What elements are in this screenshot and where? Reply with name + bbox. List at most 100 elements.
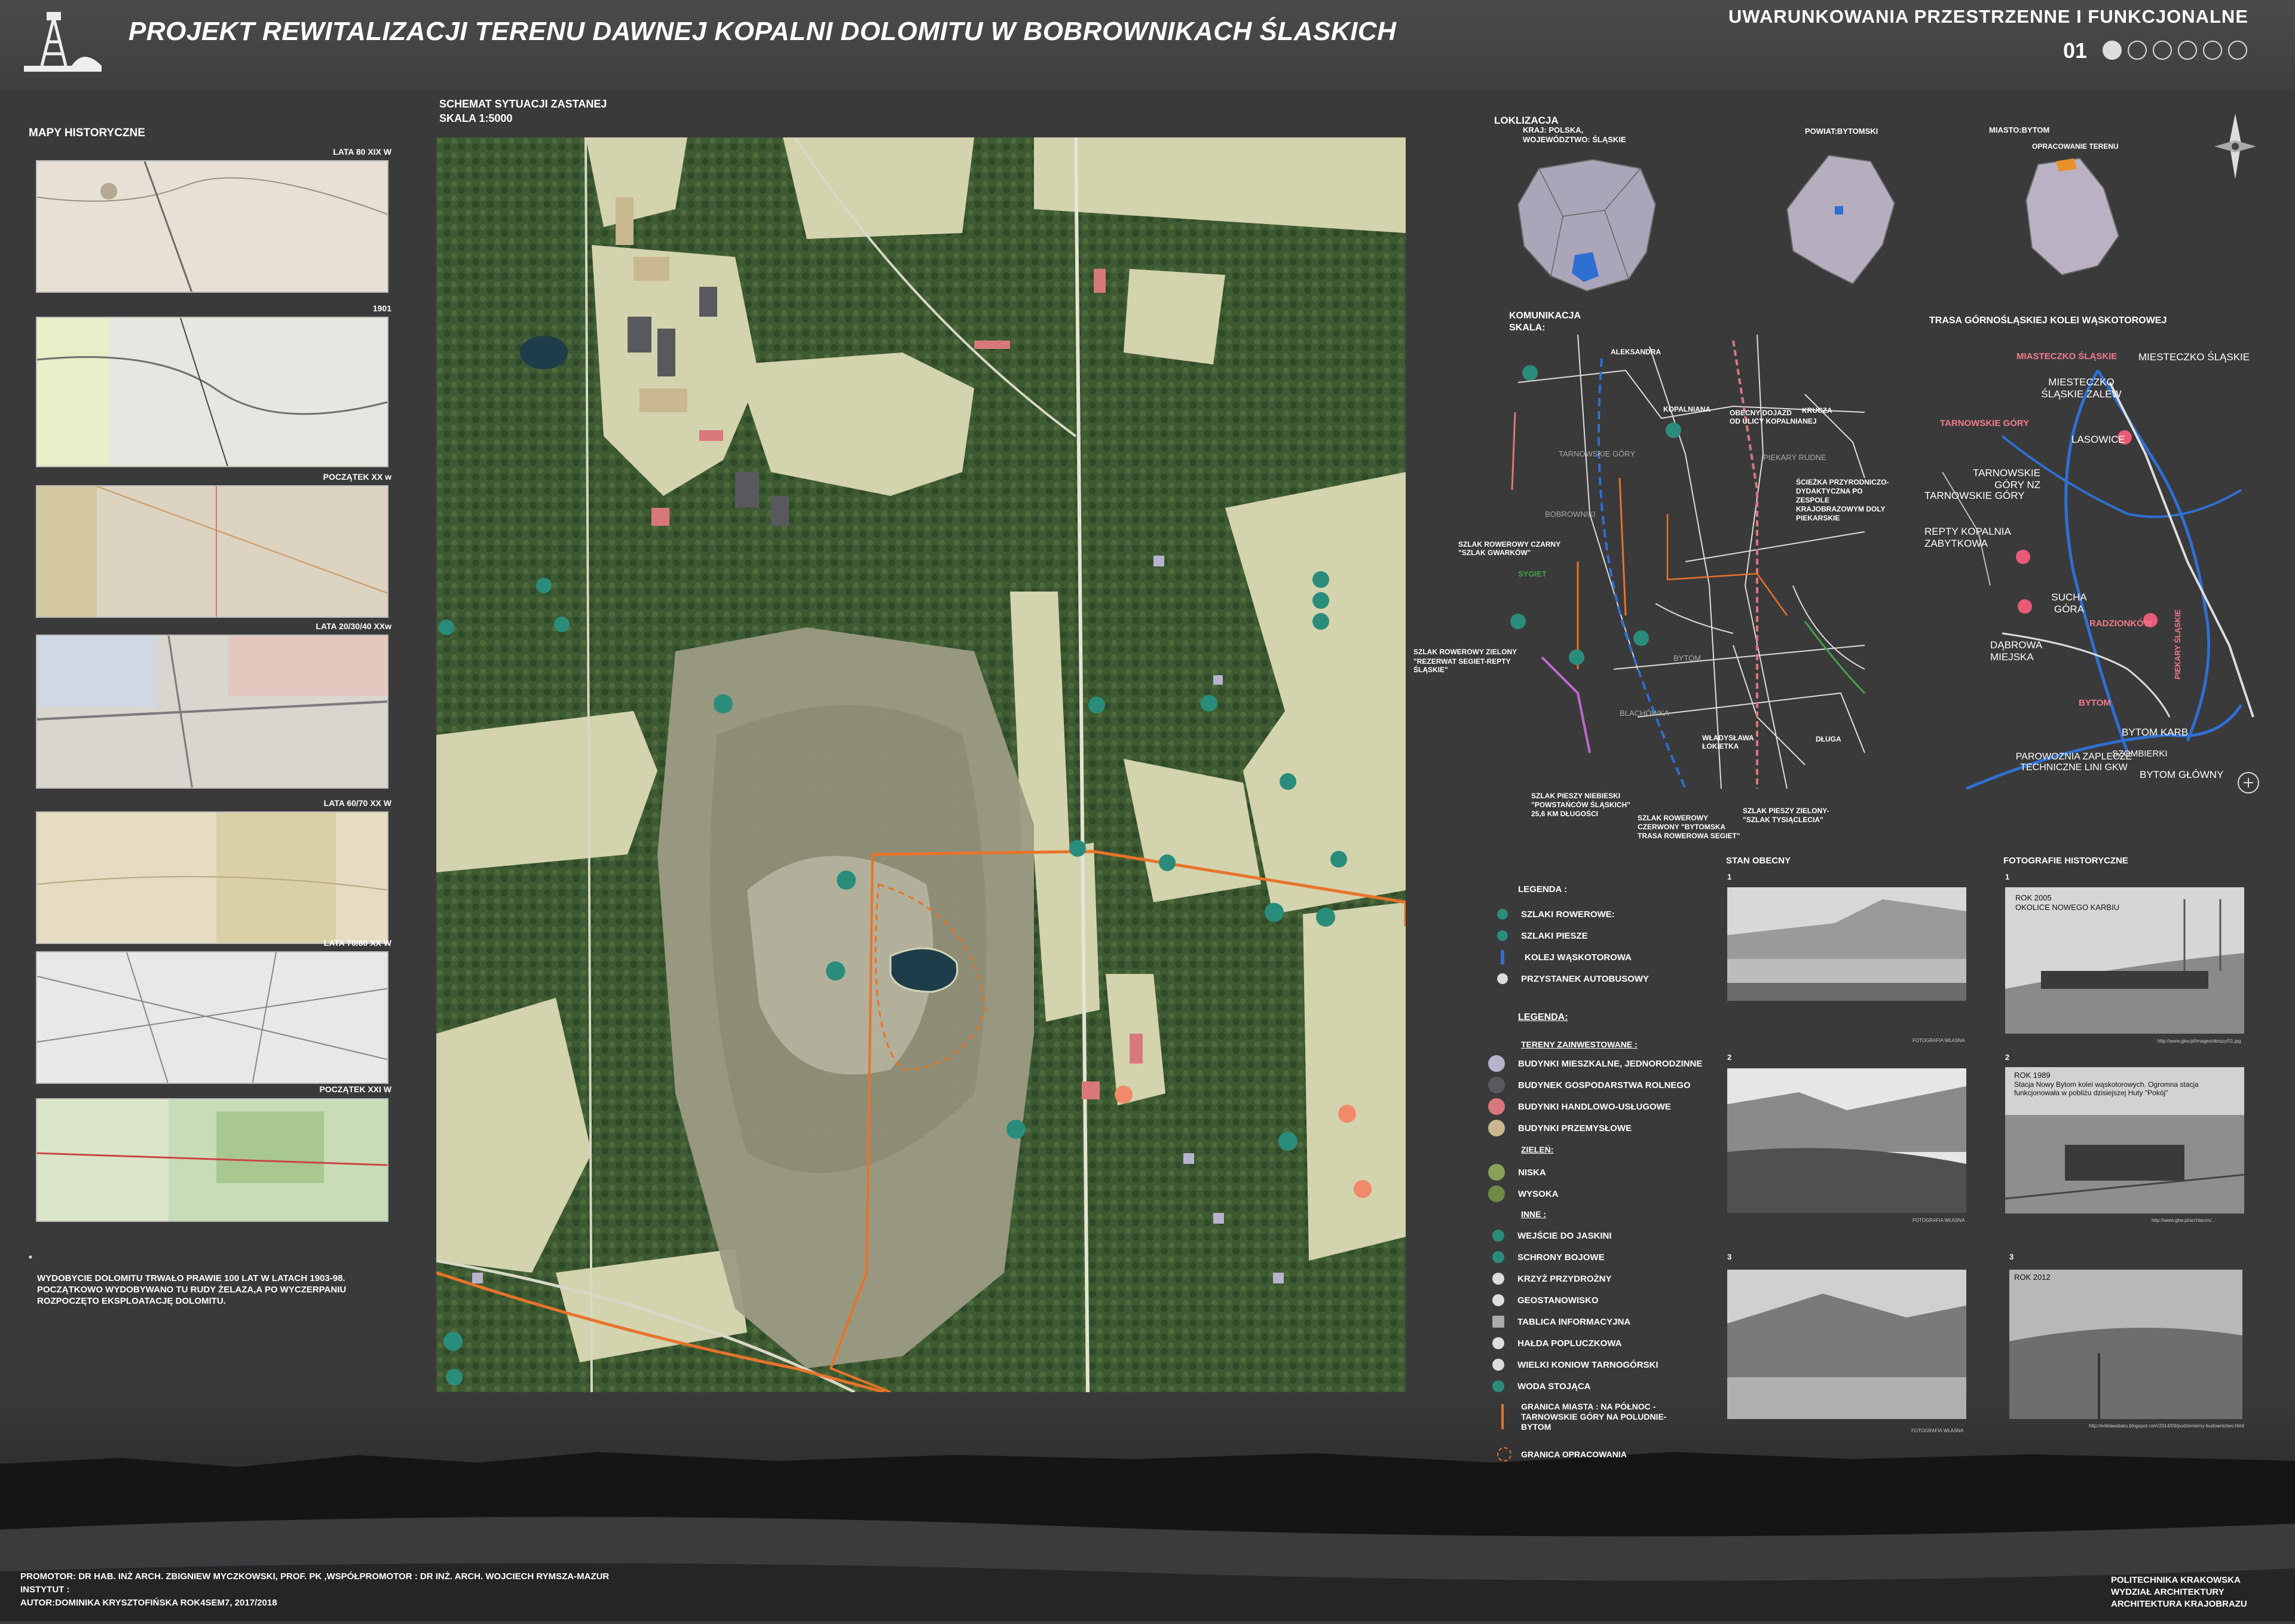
note-star: * [29, 1254, 32, 1264]
communication-scale: SKALA: [1509, 323, 1546, 333]
railway-map[interactable] [1930, 335, 2265, 795]
hist-map-6[interactable] [36, 951, 388, 1084]
hist-map-5[interactable] [36, 811, 388, 944]
comm-label-krucza: KRUCZA [1802, 406, 1832, 415]
legend-geosite: GEOSTANOWISKO [1517, 1295, 1599, 1306]
station-bytom-glowny: BYTOM GŁÓWNY [2140, 769, 2224, 780]
current-photo-1[interactable] [1727, 887, 1966, 1001]
station-tg: TARNOWSKIE GÓRY [1924, 490, 2025, 501]
legend-commercial: BUDYNKI HANDLOWO-USŁUGOWE [1518, 1101, 1671, 1112]
wild-horse-icon [1492, 1359, 1504, 1371]
historic-photo-source-2: http://www.gkw.pl/archiwum/... [2152, 1218, 2216, 1223]
hist-map-label-6: LATA 70/80 XX W [323, 938, 391, 948]
info-board-icon [1492, 1316, 1504, 1328]
expand-icon[interactable] [2236, 771, 2260, 795]
legend1-list: SZLAKI ROWEROWE: SZLAKI PIESZE KOLEJ WĄS… [1497, 903, 1649, 989]
footer-author: AUTOR:DOMINIKA KRYSZTOFIŃSKA ROK4SEM7, 2… [20, 1598, 277, 1608]
comm-label-czarny: SZLAK ROWEROWY CZARNY [1458, 540, 1561, 549]
historic-photo-text-2: Stacja Nowy Bytom kolei wąskotorowych. O… [2014, 1080, 2199, 1097]
comm-label-obecny-dojazd: OBECNY DOJAZD [1730, 409, 1792, 417]
hist-map-4[interactable] [36, 635, 388, 789]
location-country: KRAJ: POLSKA, [1523, 125, 1584, 134]
industrial-swatch [1488, 1120, 1505, 1136]
historic-photo-num-2: 2 [2005, 1053, 2010, 1062]
footer-institute: INSTYTUT : [20, 1585, 70, 1595]
comm-label-bytom: BYTOM [1673, 654, 1701, 663]
legend1-bike: SZLAKI ROWEROWE: [1521, 909, 1615, 920]
county-map [1781, 149, 1901, 290]
footer-department: ARCHITEKTURA KRAJOBRAZU [2111, 1599, 2247, 1609]
legend-info-board: TABLICA INFORMACYJNA [1517, 1316, 1631, 1327]
city-map [2020, 152, 2122, 278]
cave-icon [1492, 1230, 1504, 1242]
legend-water: WODA STOJĄCA [1517, 1381, 1591, 1392]
current-photo-num-2: 2 [1727, 1053, 1732, 1062]
historic-photo-year-1: ROK 2005 [2015, 893, 2052, 902]
location-city: MIASTO:BYTOM [1989, 125, 2050, 134]
footer-faculty: WYDZIAŁ ARCHITEKTURY [2111, 1587, 2224, 1597]
location-county: POWIAT:BYTOMSKI [1805, 127, 1878, 136]
other-list: WEJŚCIE DO JASKINI SCHRONY BOJOWE KRZYŻ … [1492, 1225, 1658, 1397]
comm-label-blachowka: BLACHÓWKA [1620, 709, 1670, 718]
bike-icon [1497, 909, 1508, 920]
historic-photo-3[interactable] [2009, 1270, 2242, 1419]
comm-label-wladyslawa: WŁADYSŁAWA ŁOKIETKA [1702, 734, 1754, 750]
station-sucha-gora: SUCHA GÓRA [2051, 592, 2087, 615]
commercial-swatch [1488, 1098, 1505, 1115]
station-radzionkow: RADZIONKÓW [2089, 618, 2152, 629]
historic-photo-source-3: http://enklawabaru.blogspot.com/2014/09/… [2089, 1423, 2244, 1429]
page-dot-1[interactable] [2103, 41, 2122, 60]
comm-label-zielony: SZLAK ROWEROWY ZIELONY [1413, 648, 1517, 656]
hist-map-1[interactable] [36, 160, 388, 293]
station-tg-nz: TARNOWSKIE GÓRY NZ [1972, 467, 2040, 491]
compass-icon [2211, 111, 2259, 185]
current-photo-3[interactable] [1727, 1270, 1966, 1419]
mining-history-note: WYDOBYCIE DOLOMITU TRWAŁO PRAWIE 100 LAT… [37, 1273, 347, 1306]
legend-heap: HAŁDA POPLUCZKOWA [1517, 1338, 1622, 1349]
current-photo-2[interactable] [1727, 1068, 1966, 1213]
page-dot-4[interactable] [2178, 41, 2197, 60]
other-heading: INNE : [1521, 1209, 1546, 1219]
page-dot-3[interactable] [2153, 41, 2172, 60]
historic-photo-num-1: 1 [2005, 872, 2010, 881]
hist-map-3[interactable] [36, 485, 388, 618]
legend-industrial: BUDYNKI PRZEMYSŁOWE [1518, 1123, 1632, 1133]
study-border-swatch [1497, 1447, 1511, 1461]
communication-map[interactable] [1506, 334, 1871, 789]
comm-label-niebieski: SZLAK PIESZY NIEBIESKI "POWSTAŃCÓW ŚLĄSK… [1531, 792, 1630, 818]
historical-maps-heading: MAPY HISTORYCZNE [29, 127, 145, 139]
water-drop-icon [1492, 1380, 1504, 1392]
cross-icon [1492, 1273, 1504, 1285]
comm-label-dluga: DŁUGA [1816, 735, 1841, 743]
station-szombierki: SZOMBIERKI [2112, 749, 2168, 759]
legend1-rail: KOLEJ WĄSKOTOROWA [1525, 952, 1632, 963]
hist-map-label-3: POCZĄTEK XX w [323, 472, 391, 482]
historic-photos-heading: FOTOGRAFIE HISTORYCZNE [2003, 856, 2128, 866]
comm-label-rezerwat: "REZERWAT SEGIET-REPTY ŚLĄSKIE" [1413, 657, 1511, 674]
historic-photo-source-1: http://www.gkw.pl/images/obrazy/01.jpg [2158, 1038, 2241, 1044]
page-dot-5[interactable] [2203, 41, 2222, 60]
hist-map-2[interactable] [36, 317, 388, 467]
comm-label-tarnowskie-gory: TARNOWSKIE GÓRY [1559, 449, 1636, 458]
current-photo-num-1: 1 [1727, 872, 1732, 881]
hist-map-label-5: LATA 60/70 XX W [323, 798, 391, 808]
footer-promotor: PROMOTOR: DR HAB. INŻ ARCH. ZBIGNIEW MYC… [20, 1571, 610, 1582]
station-bytom-karb: BYTOM KARB [2122, 727, 2189, 738]
comm-label-pieszy-zielony: SZLAK PIESZY ZIELONY- "SZLAK TYSIĄCLECIA… [1743, 807, 1829, 824]
station-bytom-pink: BYTOM [2079, 698, 2111, 708]
station-zalew: MIESTECZKO ŚLĄSKIE ZALEW [2041, 376, 2122, 400]
legend-city-border: GRANICA MIASTA : NA PÓŁNOC -TARNOWSKIE G… [1521, 1402, 1667, 1432]
railway-heading: TRASA GÓRNOŚLĄSKIEJ KOLEI WĄSKOTOROWEJ [1929, 315, 2167, 326]
main-site-map[interactable] [436, 137, 1406, 1392]
hist-map-7[interactable] [36, 1098, 388, 1222]
invested-heading: TERENY ZAINWESTOWANE : [1521, 1040, 1638, 1049]
page-dot-6[interactable] [2228, 41, 2247, 60]
station-miestczko: MIESTECZKO ŚLĄSKIE [2138, 351, 2250, 363]
current-photo-caption-3: FOTOGRAFIA WŁASNA [1911, 1428, 1964, 1433]
page-dot-2[interactable] [2128, 41, 2147, 60]
station-dabrowa: DĄBROWA MIEJSKA [1990, 639, 2042, 663]
invested-list: BUDYNKI MIESZKALNE, JEDNORODZINNE BUDYNE… [1488, 1053, 1702, 1139]
comm-label-sciezka: ŚCIEŻKA PRZYRODNICZO-DYDAKTYCZNA PO ZESP… [1796, 478, 1889, 522]
low-green-swatch [1488, 1164, 1505, 1181]
hist-map-label-7: POCZĄTEK XXI W [319, 1084, 391, 1094]
